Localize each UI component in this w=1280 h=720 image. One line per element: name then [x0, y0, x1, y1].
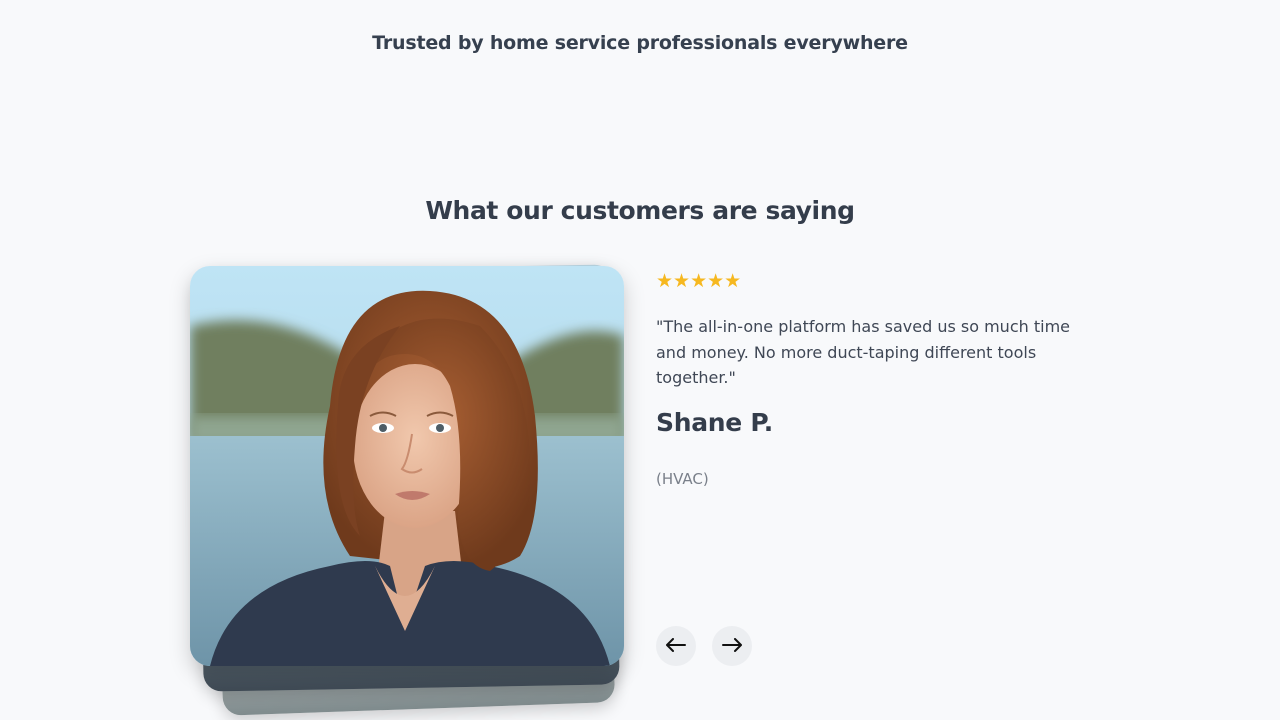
- author-name: Shane P.: [656, 408, 773, 437]
- arrow-right-icon: [722, 637, 742, 655]
- photo-card-stack: [190, 264, 624, 716]
- page: Trusted by home service professionals ev…: [0, 0, 1280, 720]
- testimonial-quote: "The all-in-one platform has saved us so…: [656, 317, 1070, 387]
- customer-photo: [190, 266, 624, 666]
- rating-stars: ★★★★★: [656, 270, 742, 292]
- arrow-left-icon: [666, 637, 686, 655]
- testimonials-title: What our customers are saying: [425, 196, 855, 225]
- trusted-heading: Trusted by home service professionals ev…: [372, 32, 908, 54]
- previous-button[interactable]: [656, 626, 696, 666]
- author-role: (HVAC): [656, 470, 709, 488]
- next-button[interactable]: [712, 626, 752, 666]
